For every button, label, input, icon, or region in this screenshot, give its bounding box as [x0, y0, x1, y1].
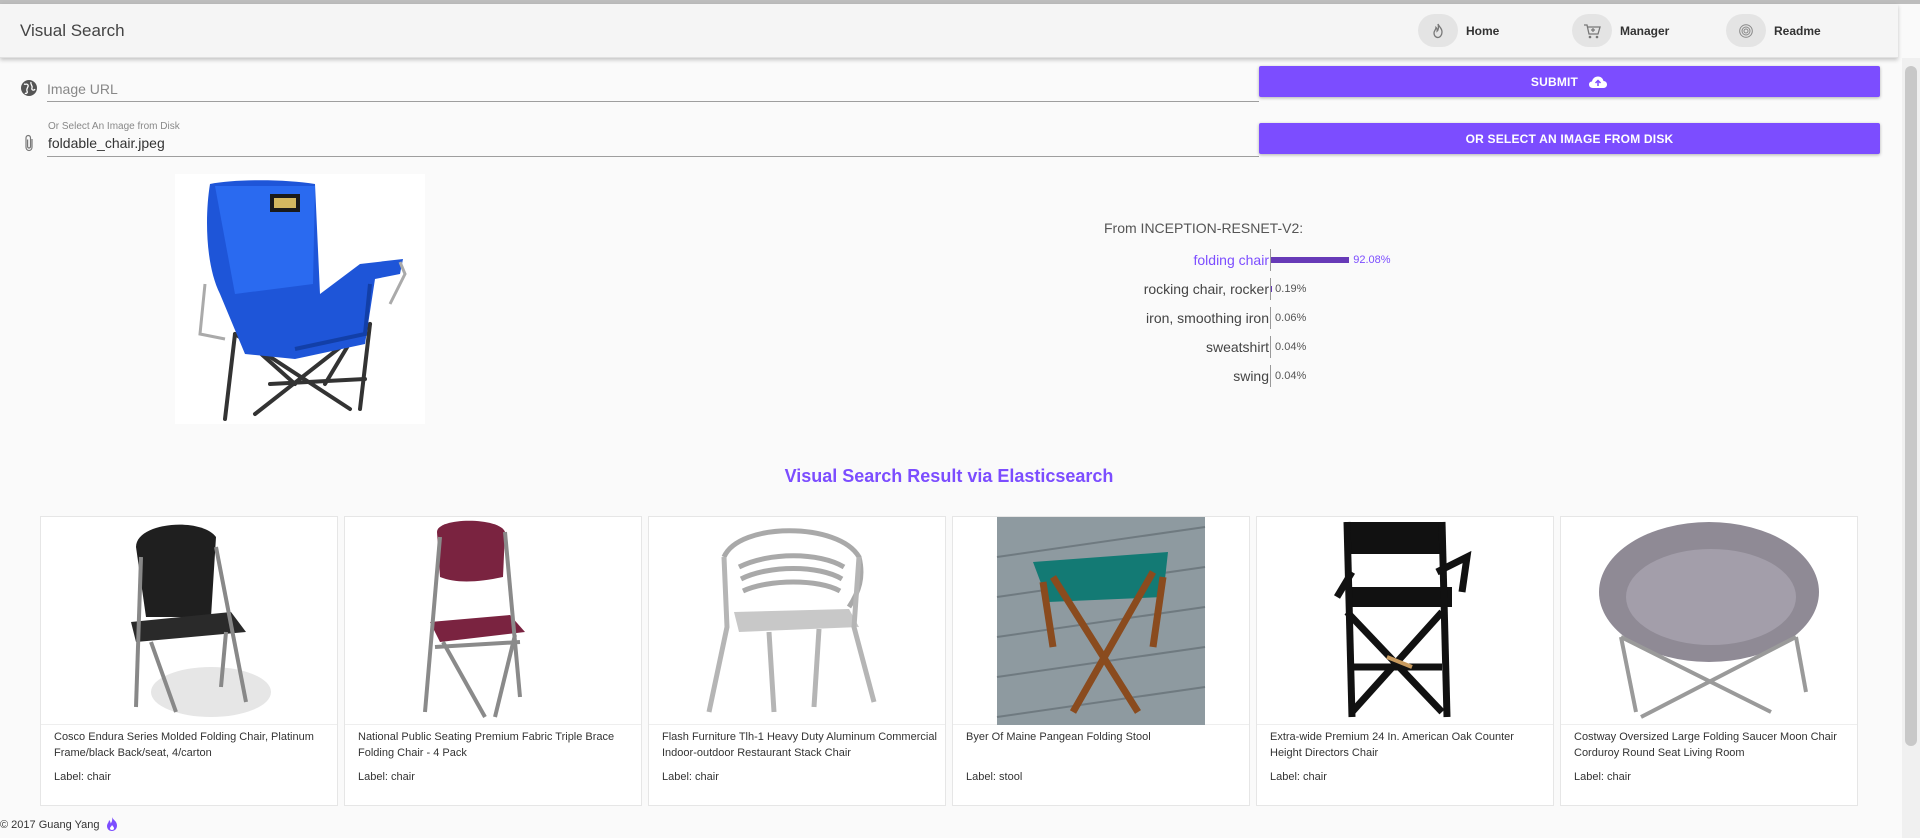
result-image: [345, 517, 641, 725]
result-image: [1257, 517, 1553, 725]
result-card[interactable]: Byer Of Maine Pangean Folding Stool Labe…: [952, 516, 1250, 806]
result-title: Byer Of Maine Pangean Folding Stool: [966, 731, 1151, 743]
result-title: Flash Furniture Tlh-1 Heavy Duty Aluminu…: [662, 731, 937, 759]
copyright-text: © 2017 Guang Yang: [0, 819, 100, 831]
result-label: Label: chair: [54, 771, 111, 783]
nav-manager-button[interactable]: Manager: [1572, 14, 1669, 47]
result-label: Label: stool: [966, 771, 1023, 783]
result-card[interactable]: National Public Seating Premium Fabric T…: [344, 516, 642, 806]
disk-file-field[interactable]: foldable_chair.jpeg: [48, 135, 165, 151]
nav-manager-label: Manager: [1620, 23, 1670, 38]
submit-button[interactable]: SUBMIT: [1259, 66, 1880, 97]
scrollbar-thumb[interactable]: [1905, 66, 1917, 746]
prediction-value: 0.04%: [1275, 370, 1307, 382]
result-label: Label: chair: [1574, 771, 1631, 783]
paperclip-icon: [22, 134, 40, 152]
prediction-row: swing 0.04%: [1000, 365, 1500, 387]
flame-icon: [105, 816, 119, 835]
result-label: Label: chair: [662, 771, 719, 783]
prediction-value: 0.06%: [1275, 312, 1307, 324]
prediction-label: swing: [1233, 368, 1269, 384]
model-title: From INCEPTION-RESNET-V2:: [1104, 220, 1304, 236]
result-title: Costway Oversized Large Folding Saucer M…: [1574, 731, 1837, 759]
cart-icon: [1572, 14, 1612, 47]
disk-field-caption: Or Select An Image from Disk: [48, 121, 180, 132]
result-label: Label: chair: [358, 771, 415, 783]
result-card[interactable]: Flash Furniture Tlh-1 Heavy Duty Aluminu…: [648, 516, 946, 806]
nav-readme-label: Readme: [1774, 23, 1821, 38]
select-from-disk-button[interactable]: OR SELECT AN IMAGE FROM DISK: [1259, 123, 1880, 154]
result-title: National Public Seating Premium Fabric T…: [358, 731, 615, 759]
prediction-label: sweatshirt: [1205, 339, 1269, 355]
result-card[interactable]: Costway Oversized Large Folding Saucer M…: [1560, 516, 1858, 806]
result-title: Cosco Endura Series Molded Folding Chair…: [54, 731, 314, 759]
footer: © 2017 Guang Yang: [0, 812, 1898, 838]
result-card[interactable]: Extra-wide Premium 24 In. American Oak C…: [1256, 516, 1554, 806]
result-title: Extra-wide Premium 24 In. American Oak C…: [1270, 731, 1514, 759]
prediction-value: 0.19%: [1275, 283, 1307, 295]
nav-home-button[interactable]: Home: [1418, 14, 1499, 47]
prediction-row: rocking chair, rocker 0.19%: [1000, 278, 1500, 300]
prediction-label: folding chair: [1193, 252, 1270, 268]
app-bar: Visual Search Home Manager Readme: [0, 4, 1898, 58]
result-image: [41, 517, 337, 725]
nav-readme-button[interactable]: Readme: [1726, 14, 1821, 47]
prediction-label: iron, smoothing iron: [1146, 310, 1269, 326]
globe-icon: [20, 79, 38, 97]
result-image: [953, 517, 1249, 725]
prediction-row: iron, smoothing iron 0.06%: [1000, 307, 1500, 329]
prediction-value: 0.04%: [1275, 341, 1307, 353]
query-image: [175, 174, 425, 424]
cloud-upload-icon: [1588, 75, 1608, 89]
prediction-bar: [1271, 257, 1350, 263]
submit-label: SUBMIT: [1530, 74, 1579, 89]
result-image: [1561, 517, 1857, 725]
prediction-row: sweatshirt 0.04%: [1000, 336, 1500, 358]
select-from-disk-label: OR SELECT AN IMAGE FROM DISK: [1465, 131, 1674, 146]
result-image: [649, 517, 945, 725]
disk-field-underline: [47, 156, 1259, 157]
image-url-input[interactable]: [47, 76, 1259, 102]
nav-home-label: Home: [1466, 23, 1500, 38]
page-scrollbar[interactable]: [1902, 58, 1920, 838]
fingerprint-icon: [1726, 14, 1766, 47]
results-heading: Visual Search Result via Elasticsearch: [784, 466, 1114, 486]
prediction-label: rocking chair, rocker: [1143, 281, 1269, 297]
app-title: Visual Search: [20, 21, 125, 40]
result-label: Label: chair: [1270, 771, 1327, 783]
result-card[interactable]: Cosco Endura Series Molded Folding Chair…: [40, 516, 338, 806]
prediction-row: folding chair 92.08%: [1000, 249, 1500, 271]
flame-icon: [1418, 14, 1458, 47]
prediction-value: 92.08%: [1353, 254, 1391, 266]
